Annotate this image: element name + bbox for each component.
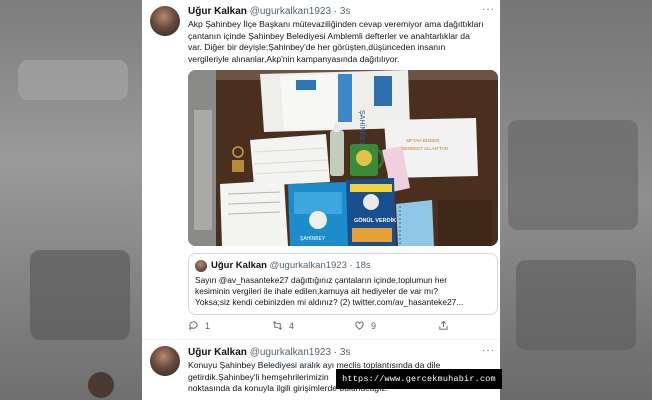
- retweet-icon: [273, 321, 282, 330]
- author-handle[interactable]: @ugurkalkan1923: [250, 347, 331, 358]
- blurred-avatar: [88, 372, 114, 398]
- quoted-author-name[interactable]: Uğur Kalkan: [211, 260, 267, 271]
- share-button[interactable]: [438, 320, 449, 331]
- quoted-text-line: kesiminin vergileri ile ihale edilen,kam…: [195, 286, 438, 296]
- reply-icon: [189, 321, 198, 331]
- photo-illustration: ŞAHİNBEY'LE SİFTAH BİZDEN BEREKET ALLAH'…: [188, 70, 498, 246]
- quoted-tweet-time[interactable]: · 18s: [350, 260, 371, 271]
- tweet-header: Uğur Kalkan @ugurkalkan1923 · 3s: [188, 347, 350, 359]
- blurred-image-block: [516, 260, 636, 350]
- like-count: 9: [371, 320, 377, 331]
- tweet[interactable]: Uğur Kalkan @ugurkalkan1923 · 3s ··· Akp…: [142, 0, 500, 340]
- author-name[interactable]: Uğur Kalkan: [188, 6, 247, 17]
- quoted-header: Uğur Kalkan @ugurkalkan1923 · 18s: [211, 260, 371, 272]
- card-text-line: SİFTAH BİZDEN: [406, 137, 439, 143]
- book-print-text: GÖNÜL VERDİK: [354, 217, 396, 224]
- watermark-banner: https://www.gercekmuhabir.com: [336, 369, 502, 389]
- tweet-text-line: Akp Şahinbey İlçe Başkanı mütevaziliğind…: [188, 19, 484, 29]
- blurred-background-left: [0, 0, 142, 400]
- quoted-author-handle[interactable]: @ugurkalkan1923: [270, 260, 347, 271]
- quoted-avatar[interactable]: [195, 260, 207, 272]
- more-options-icon[interactable]: ···: [482, 4, 495, 15]
- retweet-count: 4: [289, 320, 295, 331]
- tweet-header: Uğur Kalkan @ugurkalkan1923 · 3s: [188, 6, 350, 18]
- tweet-divider: [142, 339, 500, 340]
- tweet-text: Akp Şahinbey İlçe Başkanı mütevaziliğind…: [188, 19, 496, 65]
- share-icon: [439, 320, 448, 330]
- author-handle[interactable]: @ugurkalkan1923: [250, 6, 331, 17]
- tweet-text-line: var. Diğer bir deyişle;Şahinbey'de her g…: [188, 42, 446, 52]
- quoted-text: Sayın @av_hasanteke27 dağıttığınız çanta…: [195, 275, 495, 308]
- quoted-text-line: Yoksa;siz kendi cebinizden mi aldınız? (…: [195, 297, 464, 307]
- blurred-image-block: [508, 120, 638, 230]
- tweet-photo[interactable]: ŞAHİNBEY'LE SİFTAH BİZDEN BEREKET ALLAH'…: [188, 70, 498, 246]
- author-name[interactable]: Uğur Kalkan: [188, 347, 247, 358]
- reply-count: 1: [205, 320, 211, 331]
- quoted-text-line: Sayın @av_hasanteke27 dağıttığınız çanta…: [195, 275, 448, 285]
- quoted-tweet[interactable]: Uğur Kalkan @ugurkalkan1923 · 18s Sayın …: [188, 253, 498, 315]
- blurred-background-right: [500, 0, 652, 400]
- more-options-icon[interactable]: ···: [482, 345, 495, 356]
- notebook-print-text: ŞAHİNBEY: [300, 235, 326, 242]
- avatar[interactable]: [150, 346, 180, 376]
- tweet-time[interactable]: · 3s: [334, 347, 351, 358]
- heart-icon: [355, 321, 364, 330]
- avatar[interactable]: [150, 6, 180, 36]
- blurred-image-block: [30, 250, 130, 340]
- blurred-text-block: [18, 60, 128, 100]
- tweet-text-line: çantanın içinde Şahinbey Belediyesi Ambl…: [188, 30, 470, 41]
- tweet-text-line: vergileriyle alınanlar,Akp'nin kampanyas…: [188, 53, 400, 64]
- reply-button[interactable]: 1: [188, 320, 210, 331]
- tweet-time[interactable]: · 3s: [334, 6, 351, 17]
- retweet-button[interactable]: 4: [272, 320, 294, 331]
- tweet-actions: 1 4 9: [188, 320, 498, 334]
- like-button[interactable]: 9: [354, 320, 376, 331]
- tweet-feed-card: Uğur Kalkan @ugurkalkan1923 · 3s ··· Akp…: [142, 0, 500, 400]
- card-text-line: BEREKET ALLAH'TAN: [402, 146, 448, 151]
